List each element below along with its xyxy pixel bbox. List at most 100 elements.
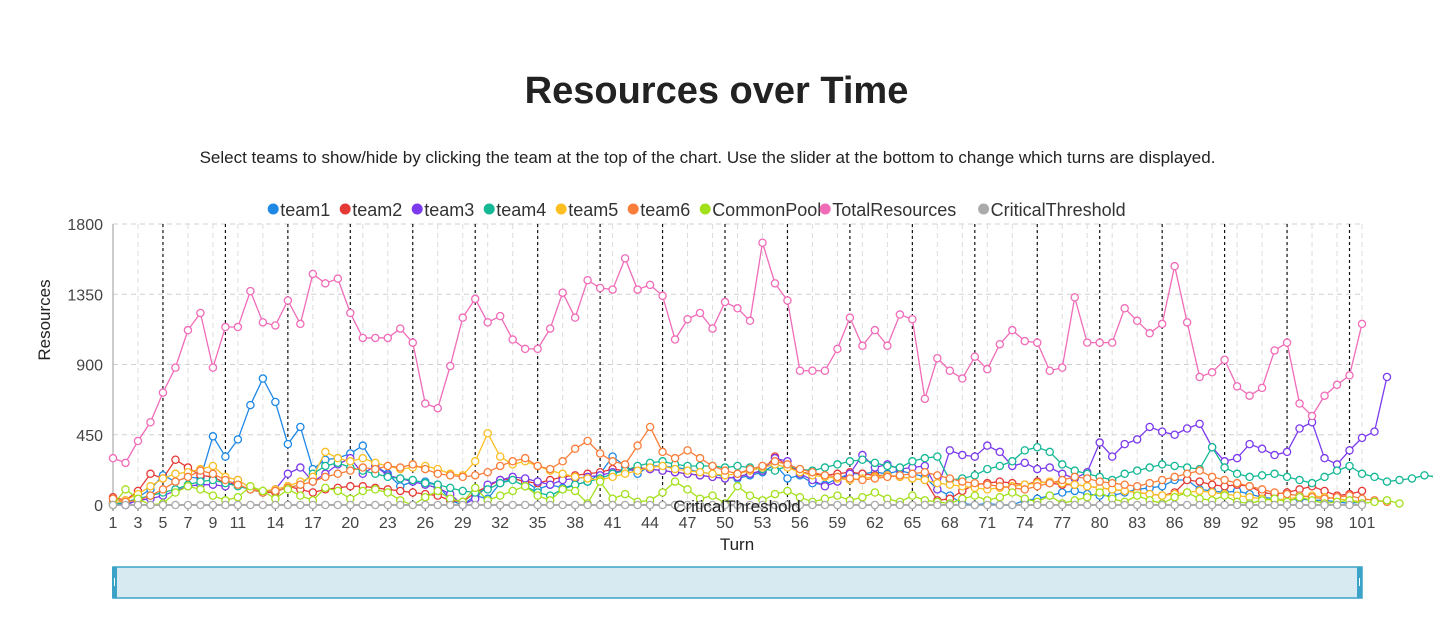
data-point <box>321 447 330 457</box>
legend-label: CriticalThreshold <box>991 200 1126 220</box>
x-tick-label: 62 <box>866 515 884 532</box>
data-point <box>795 366 805 375</box>
data-point <box>683 446 692 455</box>
data-point <box>420 500 430 510</box>
data-point <box>1020 458 1030 468</box>
data-point <box>995 500 1005 510</box>
data-point <box>783 474 792 483</box>
data-point <box>420 478 430 488</box>
data-point <box>945 446 955 455</box>
data-point <box>1232 382 1242 391</box>
data-point <box>1008 325 1017 335</box>
legend-item-commonpool[interactable]: CommonPool <box>699 200 822 220</box>
data-point <box>1295 475 1304 485</box>
data-point <box>558 288 567 297</box>
data-point <box>683 314 692 324</box>
data-point <box>483 500 492 510</box>
data-point <box>983 480 992 489</box>
data-point <box>183 482 193 491</box>
data-point <box>933 500 942 510</box>
legend-item-criticalthreshold[interactable]: CriticalThreshold <box>978 200 1126 220</box>
slider-track[interactable] <box>112 566 1363 599</box>
x-tick-label: 68 <box>941 515 959 532</box>
x-tick-label: 98 <box>1316 515 1334 532</box>
data-point <box>321 279 330 288</box>
data-point <box>1132 500 1142 510</box>
data-point <box>121 458 130 468</box>
turn-range-slider[interactable] <box>112 566 1363 599</box>
data-point <box>1082 492 1092 502</box>
data-point <box>1207 442 1217 452</box>
data-point <box>1270 450 1279 460</box>
data-point <box>333 500 343 510</box>
legend-item-team2[interactable]: team2 <box>339 200 403 220</box>
data-point <box>108 453 118 463</box>
data-point <box>445 361 455 371</box>
data-point <box>470 483 480 493</box>
data-point <box>870 474 880 483</box>
data-point <box>383 488 393 497</box>
data-point <box>583 275 592 285</box>
data-point <box>945 500 955 510</box>
data-point <box>1008 488 1017 497</box>
x-tick-label: 86 <box>1166 515 1184 532</box>
data-point <box>1033 500 1042 510</box>
data-point <box>333 486 343 496</box>
legend-item-team5[interactable]: team5 <box>555 200 619 220</box>
legend-label: team5 <box>568 200 618 220</box>
data-point <box>445 483 455 493</box>
data-point <box>1245 472 1254 482</box>
data-point <box>820 482 830 491</box>
data-point <box>221 322 230 332</box>
data-point <box>1033 338 1042 347</box>
data-point <box>1157 491 1167 500</box>
data-point <box>970 491 980 500</box>
data-point <box>608 500 617 510</box>
data-point <box>196 308 205 318</box>
data-point <box>358 500 368 510</box>
data-point <box>1057 475 1067 485</box>
data-point <box>1182 318 1192 327</box>
data-point <box>233 435 243 444</box>
data-point <box>920 394 930 404</box>
data-point <box>1170 492 1179 502</box>
data-point <box>1082 338 1092 347</box>
data-point <box>308 488 318 497</box>
data-point <box>620 489 630 499</box>
data-point <box>196 485 205 494</box>
data-point <box>983 464 992 474</box>
legend-item-totalresources[interactable]: TotalResources <box>819 200 957 220</box>
data-point <box>233 492 243 502</box>
data-point <box>870 500 880 510</box>
data-point <box>995 339 1005 349</box>
legend-label: TotalResources <box>832 200 956 220</box>
data-point <box>296 319 305 329</box>
data-point <box>383 472 393 482</box>
data-point <box>1170 261 1179 271</box>
data-point <box>870 325 880 335</box>
data-point <box>158 485 168 494</box>
data-point <box>358 453 368 463</box>
data-point <box>483 428 492 438</box>
data-point <box>633 441 642 450</box>
x-tick-label: 9 <box>208 515 217 532</box>
legend-item-team3[interactable]: team3 <box>411 200 475 220</box>
legend-item-team4[interactable]: team4 <box>483 200 547 220</box>
data-point <box>1170 472 1179 482</box>
data-point <box>958 374 967 383</box>
data-point <box>408 460 418 469</box>
data-point <box>346 466 355 475</box>
data-point <box>1008 500 1017 510</box>
data-point <box>196 500 205 510</box>
legend-swatch <box>483 203 495 215</box>
legend-item-team6[interactable]: team6 <box>627 200 691 220</box>
data-point <box>545 500 555 510</box>
data-point <box>645 280 655 290</box>
data-point <box>1282 338 1292 347</box>
data-point <box>358 486 368 496</box>
legend-item-team1[interactable]: team1 <box>267 200 331 220</box>
y-axis-title: Resources <box>35 279 54 360</box>
data-point <box>1120 439 1129 449</box>
chart-legend: team1 team2 team3 team4 team5 team6 CommonPool… <box>267 200 1126 220</box>
data-point <box>1070 500 1079 510</box>
